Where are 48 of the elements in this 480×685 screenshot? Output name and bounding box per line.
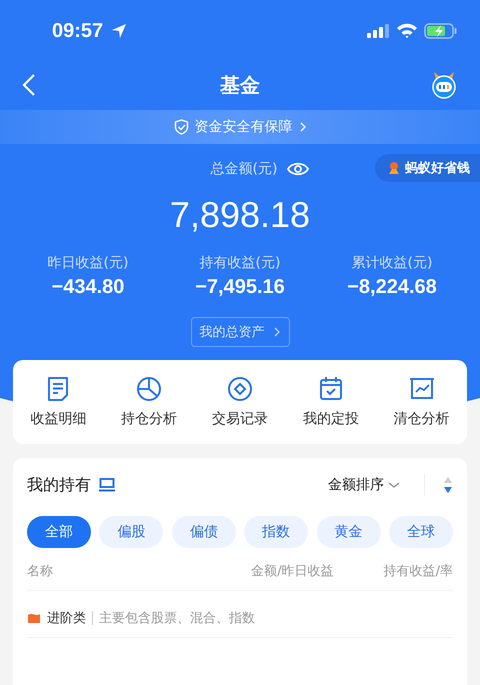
stat-label: 持有收益(元): [200, 254, 280, 272]
coin-icon: [226, 376, 253, 402]
column-header: 名称: [27, 563, 54, 580]
signal-icon: [366, 23, 390, 39]
stat-value: −8,224.68: [347, 276, 437, 299]
calendar-check-icon: [318, 376, 344, 402]
page-title: 基金: [220, 72, 260, 98]
status-time: 09:57: [52, 20, 104, 42]
filter-chip[interactable]: 全部: [27, 516, 91, 548]
line-chart-icon: [408, 376, 435, 402]
wave-flag-icon: [27, 612, 41, 624]
stat-value: −434.80: [52, 276, 124, 299]
filter-chip[interactable]: 偏股: [99, 516, 164, 548]
stat-label: 昨日收益(元): [48, 254, 128, 272]
filter-chip[interactable]: 全球: [388, 516, 453, 548]
column-header: 金额/昨日收益: [251, 563, 334, 580]
total-assets-button[interactable]: 我的总资产: [190, 317, 290, 347]
category-description: 主要包含股票、混合、指数: [99, 610, 255, 627]
security-banner[interactable]: 资金安全有保障: [0, 110, 480, 144]
location-arrow-icon: [111, 23, 128, 39]
category-name: 进阶类: [47, 610, 86, 627]
robot-mascot-icon[interactable]: [430, 71, 458, 99]
total-amount: 7,898.18: [168, 194, 312, 236]
filter-chip[interactable]: 偏债: [172, 516, 236, 548]
sort-order-icon[interactable]: [443, 476, 453, 494]
pie-chart-icon: [136, 376, 162, 402]
chevron-right-icon: [272, 326, 280, 338]
shortcut-item[interactable]: 我的定投: [302, 376, 359, 428]
total-amount-label: 总金额(元): [210, 160, 278, 178]
stat-label: 累计收益(元): [352, 254, 432, 272]
filter-chip[interactable]: 黄金: [316, 516, 381, 548]
shield-check-icon: [174, 119, 188, 135]
battery-icon: [424, 23, 458, 39]
stat-value: −7,495.16: [195, 276, 285, 299]
wifi-icon: [396, 23, 418, 39]
shortcut-item[interactable]: 交易记录: [212, 376, 268, 428]
promo-badge[interactable]: 蚂蚁好省钱: [375, 154, 480, 182]
shortcut-item[interactable]: 清仓分析: [394, 376, 450, 428]
eye-icon[interactable]: [287, 161, 310, 177]
chevron-right-icon: [298, 121, 306, 133]
filter-chip[interactable]: 指数: [244, 516, 308, 548]
chevron-down-icon: [388, 481, 400, 489]
back-icon[interactable]: [22, 73, 36, 97]
shortcut-item[interactable]: 收益明细: [30, 376, 86, 428]
column-header: 持有收益/率: [384, 563, 453, 580]
shortcut-item[interactable]: 持仓分析: [121, 376, 178, 428]
holdings-title: 我的持有: [27, 474, 91, 496]
sort-dropdown[interactable]: 金额排序: [322, 475, 406, 495]
